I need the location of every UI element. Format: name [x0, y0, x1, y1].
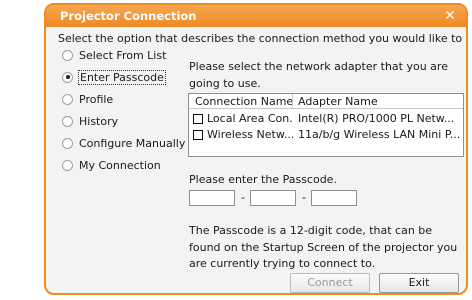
option-profile[interactable]: Profile — [62, 91, 113, 107]
window-title: Projector Connection — [60, 9, 197, 23]
option-label: Select From List — [79, 48, 167, 62]
option-select-from-list[interactable]: Select From List — [62, 47, 166, 63]
passcode-field-2[interactable] — [250, 190, 296, 206]
option-label: Configure Manually — [79, 136, 186, 150]
column-header-connection-name[interactable]: Connection Name — [195, 95, 293, 108]
adapter-name-cell: 11a/b/g Wireless LAN Mini P... — [298, 128, 461, 141]
radio-configure-manually[interactable] — [62, 137, 73, 149]
passcode-field-3[interactable] — [311, 190, 357, 206]
radio-profile[interactable] — [62, 93, 73, 105]
adapter-checkbox[interactable] — [193, 130, 203, 140]
radio-select-from-list[interactable] — [62, 49, 73, 61]
option-label: My Connection — [79, 158, 161, 172]
option-history[interactable]: History — [62, 113, 118, 129]
connection-name-cell: Local Area Con... — [207, 112, 293, 125]
radio-history[interactable] — [62, 115, 73, 127]
option-enter-passcode[interactable]: Enter Passcode — [62, 69, 166, 85]
passcode-prompt-text: Please enter the Passcode. — [189, 173, 337, 186]
instruction-text: Select the option that describes the con… — [58, 32, 468, 45]
title-bar[interactable]: Projector Connection ✕ — [46, 5, 466, 27]
adapter-checkbox[interactable] — [193, 114, 203, 124]
adapter-row[interactable]: Local Area Con... Intel(R) PRO/1000 PL N… — [189, 111, 463, 127]
column-divider[interactable] — [292, 94, 293, 109]
adapter-row[interactable]: Wireless Netw... 11a/b/g Wireless LAN Mi… — [189, 127, 463, 143]
radio-enter-passcode[interactable] — [62, 71, 73, 83]
option-configure-manually[interactable]: Configure Manually — [62, 135, 185, 151]
adapter-prompt-text: Please select the network adapter that y… — [189, 60, 448, 90]
option-label: Profile — [79, 92, 114, 106]
passcode-info-text: The Passcode is a 12-digit code, that ca… — [189, 224, 458, 270]
column-header-adapter-name[interactable]: Adapter Name — [298, 95, 378, 108]
close-icon[interactable]: ✕ — [442, 8, 458, 24]
exit-button[interactable]: Exit — [379, 273, 459, 293]
projector-connection-window: Projector Connection ✕ Select the option… — [44, 3, 468, 295]
adapter-list-header: Connection Name Adapter Name — [189, 94, 463, 109]
passcode-field-1[interactable] — [189, 190, 235, 206]
adapter-name-cell: Intel(R) PRO/1000 PL Netw... — [298, 112, 455, 125]
adapter-list[interactable]: Connection Name Adapter Name Local Area … — [188, 93, 464, 157]
option-label: Enter Passcode — [78, 69, 166, 85]
passcode-separator: - — [241, 191, 245, 204]
connect-button[interactable]: Connect — [290, 273, 370, 293]
connection-name-cell: Wireless Netw... — [207, 128, 293, 141]
option-label: History — [79, 114, 119, 128]
radio-my-connection[interactable] — [62, 159, 73, 171]
option-my-connection[interactable]: My Connection — [62, 157, 161, 173]
passcode-separator: - — [302, 191, 306, 204]
